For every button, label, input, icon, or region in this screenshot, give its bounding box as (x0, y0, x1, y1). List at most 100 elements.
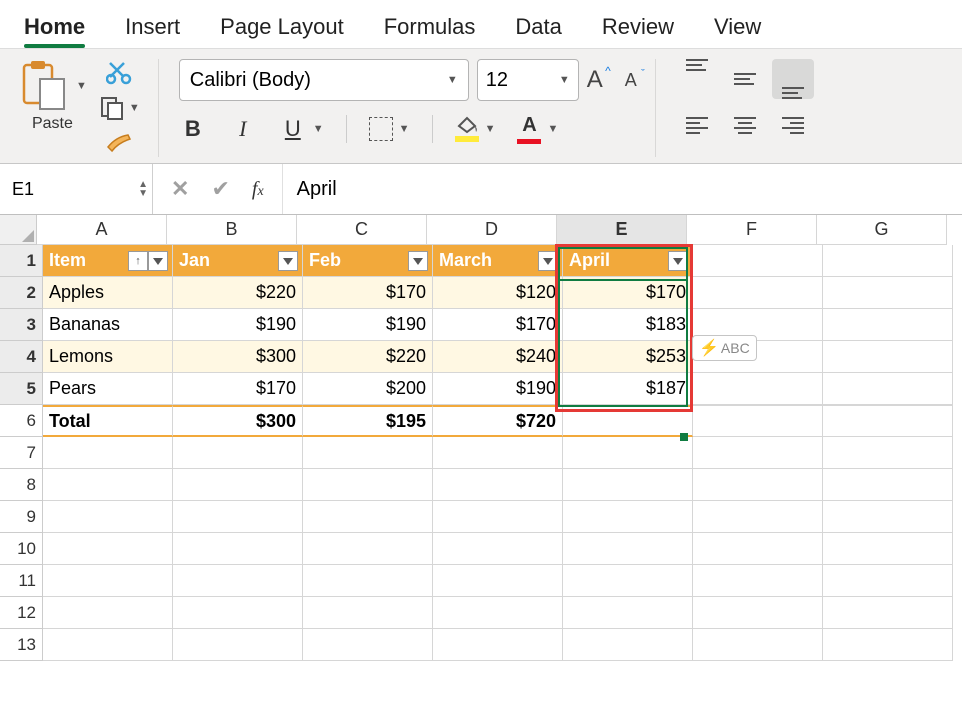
cell[interactable] (303, 501, 433, 533)
align-left-button[interactable] (676, 105, 718, 145)
tab-review[interactable]: Review (602, 14, 674, 40)
table-header-april[interactable]: April (563, 245, 693, 277)
cell[interactable] (433, 565, 563, 597)
row-header-13[interactable]: 13 (0, 629, 43, 661)
cell[interactable] (173, 629, 303, 661)
row-header-6[interactable]: 6 (0, 405, 43, 437)
col-header-b[interactable]: B (167, 215, 297, 245)
cell[interactable] (823, 501, 953, 533)
row-header-1[interactable]: 1 (0, 245, 43, 277)
cell[interactable]: Bananas (43, 309, 173, 341)
name-box[interactable]: E1 ▲▼ (0, 164, 153, 214)
row-header-12[interactable]: 12 (0, 597, 43, 629)
select-all-corner[interactable] (0, 215, 37, 245)
font-size-select[interactable]: 12 ▼ (477, 59, 579, 101)
cell[interactable] (823, 405, 953, 437)
cell[interactable] (693, 597, 823, 629)
align-bottom-button[interactable] (772, 59, 814, 99)
cell[interactable] (823, 341, 953, 373)
col-header-g[interactable]: G (817, 215, 947, 245)
cell[interactable]: $195 (303, 405, 433, 437)
cell[interactable] (693, 533, 823, 565)
cell[interactable] (43, 565, 173, 597)
cell[interactable] (823, 277, 953, 309)
cell[interactable] (433, 533, 563, 565)
cell-total-label[interactable]: Total (43, 405, 173, 437)
cell[interactable] (693, 629, 823, 661)
bold-button[interactable]: B (179, 116, 207, 142)
cell[interactable] (563, 437, 693, 469)
cell[interactable] (303, 597, 433, 629)
cell[interactable] (693, 405, 823, 437)
cell[interactable] (173, 533, 303, 565)
row-header-8[interactable]: 8 (0, 469, 43, 501)
col-header-a[interactable]: A (37, 215, 167, 245)
cell[interactable] (43, 437, 173, 469)
row-header-3[interactable]: 3 (0, 309, 43, 341)
cell[interactable] (823, 309, 953, 341)
cell[interactable] (433, 501, 563, 533)
cell[interactable] (563, 565, 693, 597)
increase-font-button[interactable]: A^ (587, 66, 603, 94)
fill-color-button[interactable]: ▼ (455, 116, 496, 142)
formula-input[interactable]: April (282, 164, 962, 214)
cancel-formula-button[interactable]: ✕ (171, 176, 189, 202)
tab-page-layout[interactable]: Page Layout (220, 14, 344, 40)
cell[interactable] (823, 245, 953, 277)
table-header-feb[interactable]: Feb (303, 245, 433, 277)
cell[interactable] (563, 405, 693, 437)
cell[interactable] (823, 373, 953, 405)
cell[interactable] (43, 533, 173, 565)
filter-icon[interactable] (148, 251, 168, 271)
cell[interactable] (43, 597, 173, 629)
font-color-button[interactable]: A ▼ (517, 114, 558, 144)
format-painter-button[interactable] (104, 131, 134, 157)
cell[interactable] (693, 373, 823, 405)
filter-icon[interactable] (668, 251, 688, 271)
row-header-2[interactable]: 2 (0, 277, 43, 309)
cell[interactable]: $187 (563, 373, 693, 405)
borders-button[interactable]: ▼ (369, 117, 410, 141)
cell[interactable] (823, 533, 953, 565)
cell[interactable] (173, 469, 303, 501)
tab-data[interactable]: Data (515, 14, 561, 40)
cell[interactable] (823, 469, 953, 501)
cell[interactable]: $170 (303, 277, 433, 309)
cell[interactable]: $120 (433, 277, 563, 309)
tab-view[interactable]: View (714, 14, 761, 40)
cell[interactable] (303, 533, 433, 565)
cell[interactable] (433, 629, 563, 661)
cell[interactable]: $720 (433, 405, 563, 437)
cut-button[interactable] (106, 59, 132, 85)
filter-icon[interactable] (538, 251, 558, 271)
cell[interactable]: Apples (43, 277, 173, 309)
cell[interactable] (303, 565, 433, 597)
tab-formulas[interactable]: Formulas (384, 14, 476, 40)
row-header-4[interactable]: 4 (0, 341, 43, 373)
row-header-7[interactable]: 7 (0, 437, 43, 469)
cell[interactable] (173, 437, 303, 469)
table-header-jan[interactable]: Jan (173, 245, 303, 277)
cell[interactable] (433, 597, 563, 629)
cell[interactable] (823, 437, 953, 469)
copy-button[interactable]: ▼ (99, 95, 140, 121)
cell[interactable]: $183 (563, 309, 693, 341)
cell[interactable]: $300 (173, 405, 303, 437)
cell[interactable]: $300 (173, 341, 303, 373)
col-header-e[interactable]: E (557, 215, 687, 245)
cell[interactable] (693, 245, 823, 277)
col-header-d[interactable]: D (427, 215, 557, 245)
cell[interactable]: $200 (303, 373, 433, 405)
cell[interactable]: $170 (563, 277, 693, 309)
cell[interactable] (303, 469, 433, 501)
flash-fill-options-button[interactable]: ⚡ ABC (692, 335, 757, 361)
align-middle-button[interactable] (724, 59, 766, 99)
table-header-item[interactable]: Item↑ (43, 245, 173, 277)
align-right-button[interactable] (772, 105, 814, 145)
cell[interactable] (173, 597, 303, 629)
cell[interactable] (563, 533, 693, 565)
cell[interactable] (693, 469, 823, 501)
cell[interactable] (693, 565, 823, 597)
col-header-f[interactable]: F (687, 215, 817, 245)
cell[interactable] (823, 597, 953, 629)
